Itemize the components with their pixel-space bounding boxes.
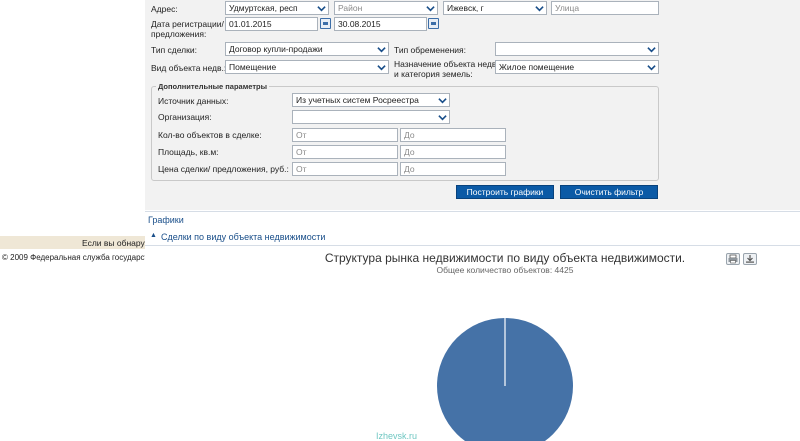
- purpose-label-line1: Назначение объекта недв.: [394, 59, 499, 69]
- collapse-arrow-icon[interactable]: ▲: [150, 232, 157, 239]
- count-from-input[interactable]: От: [292, 128, 398, 142]
- source-value: Из учетных систем Росреестра: [296, 95, 419, 105]
- download-icon[interactable]: [743, 253, 757, 265]
- additional-params-legend: Дополнительные параметры: [156, 82, 269, 91]
- street-placeholder: Улица: [555, 3, 580, 13]
- chart-subtitle: Общее количество объектов: 4425: [436, 265, 574, 275]
- price-to-placeholder: До: [404, 164, 415, 174]
- deal-type-value: Договор купли-продажи: [229, 44, 323, 54]
- district-placeholder: Район: [338, 3, 363, 13]
- date-label-line1: Дата регистрации/: [151, 19, 224, 29]
- price-from-input[interactable]: От: [292, 162, 398, 176]
- date-to-value: 30.08.2015: [338, 19, 381, 29]
- calendar-icon[interactable]: [428, 18, 439, 29]
- print-icon[interactable]: [726, 253, 740, 265]
- chevron-down-icon: [426, 6, 435, 12]
- build-charts-button[interactable]: Построить графики: [456, 185, 554, 199]
- org-select[interactable]: [292, 110, 450, 124]
- object-kind-value: Помещение: [229, 62, 277, 72]
- clear-filter-button[interactable]: Очистить фильтр: [560, 185, 658, 199]
- tab-charts[interactable]: Графики: [148, 215, 184, 225]
- org-label: Организация:: [158, 112, 212, 122]
- section-title[interactable]: Сделки по виду объекта недвижимости: [161, 232, 325, 242]
- encumbrance-label: Тип обременения:: [394, 45, 466, 55]
- date-label-line2: предложения:: [151, 29, 207, 39]
- left-notice-text: Если вы обнаруж: [82, 238, 145, 248]
- count-to-input[interactable]: До: [400, 128, 506, 142]
- calendar-icon[interactable]: [320, 18, 331, 29]
- chevron-down-icon: [647, 47, 656, 53]
- city-value: Ижевск, г: [447, 3, 484, 13]
- object-kind-label: Вид объекта недв.:: [151, 63, 227, 73]
- area-from-placeholder: От: [296, 147, 307, 157]
- source-select[interactable]: Из учетных систем Росреестра: [292, 93, 450, 107]
- street-input[interactable]: Улица: [551, 1, 659, 15]
- purpose-label-line2: и категория земель:: [394, 69, 473, 79]
- object-kind-select[interactable]: Помещение: [225, 60, 389, 74]
- purpose-value: Жилое помещение: [499, 62, 575, 72]
- chevron-down-icon: [377, 47, 386, 53]
- left-notice-bar: Если вы обнаруж: [0, 236, 145, 249]
- chart-title: Структура рынка недвижимости по виду объ…: [324, 251, 686, 265]
- deal-type-select[interactable]: Договор купли-продажи: [225, 42, 389, 56]
- area-label: Площадь, кв.м:: [158, 147, 219, 157]
- address-label: Адрес:: [151, 4, 178, 14]
- source-label: Источник данных:: [158, 96, 229, 106]
- encumbrance-select[interactable]: [495, 42, 659, 56]
- district-select[interactable]: Район: [334, 1, 438, 15]
- chevron-down-icon: [317, 6, 326, 12]
- area-from-input[interactable]: От: [292, 145, 398, 159]
- chevron-down-icon: [647, 65, 656, 71]
- copyright-text: © 2009 Федеральная служба государст: [2, 253, 145, 262]
- region-select[interactable]: Удмуртская, респ: [225, 1, 329, 15]
- count-label: Кол-во объектов в сделке:: [158, 130, 262, 140]
- region-value: Удмуртская, респ: [229, 3, 298, 13]
- count-from-placeholder: От: [296, 130, 307, 140]
- area-to-placeholder: До: [404, 147, 415, 157]
- price-to-input[interactable]: До: [400, 162, 506, 176]
- purpose-select[interactable]: Жилое помещение: [495, 60, 659, 74]
- pie-chart: [437, 318, 573, 441]
- count-to-placeholder: До: [404, 130, 415, 140]
- date-from-input[interactable]: 01.01.2015: [225, 17, 318, 31]
- price-label: Цена сделки/ предложения, руб.:: [158, 164, 289, 174]
- chevron-down-icon: [438, 115, 447, 121]
- date-from-value: 01.01.2015: [229, 19, 272, 29]
- chevron-down-icon: [377, 65, 386, 71]
- city-select[interactable]: Ижевск, г: [443, 1, 547, 15]
- watermark-text: Izhevsk.ru: [376, 431, 418, 441]
- chevron-down-icon: [438, 98, 447, 104]
- section-header[interactable]: ▲ Сделки по виду объекта недвижимости: [145, 230, 800, 246]
- deal-type-label: Тип сделки:: [151, 45, 197, 55]
- area-to-input[interactable]: До: [400, 145, 506, 159]
- charts-tab-bar: Графики: [145, 211, 800, 231]
- date-to-input[interactable]: 30.08.2015: [334, 17, 427, 31]
- price-from-placeholder: От: [296, 164, 307, 174]
- chevron-down-icon: [535, 6, 544, 12]
